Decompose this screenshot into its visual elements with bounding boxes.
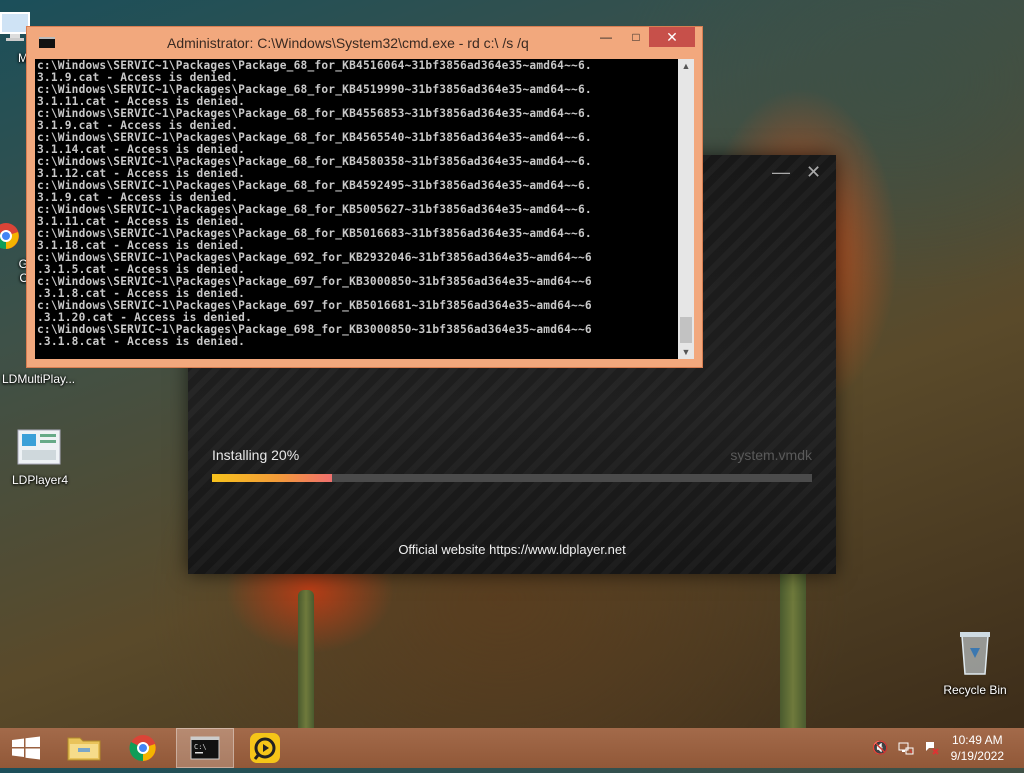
cmd-window: Administrator: C:\Windows\System32\cmd.e… [26, 26, 703, 368]
installer-minimize-button[interactable]: — [772, 163, 790, 181]
taskbar-cmd[interactable]: C:\ [176, 728, 234, 768]
install-progress-fill [212, 474, 332, 482]
windows-start-icon [12, 736, 40, 760]
action-center-icon[interactable] [924, 740, 940, 756]
scroll-down-arrow-icon[interactable]: ▼ [678, 345, 694, 359]
official-website-text: Official website https://www.ldplayer.ne… [398, 542, 626, 557]
ldplayer-icon [250, 733, 280, 763]
wallpaper-stem [298, 590, 314, 740]
cmd-maximize-button[interactable]: □ [623, 27, 649, 47]
desktop-icon-ldplayer4[interactable]: LDPlayer4 [2, 428, 76, 487]
desktop-icon-google-chrome[interactable]: G C [0, 222, 28, 285]
recycle-bin-icon [960, 632, 990, 675]
desktop-icon-label: C [19, 271, 28, 285]
taskbar-ldplayer[interactable] [237, 728, 293, 768]
cmd-title-bar[interactable]: Administrator: C:\Windows\System32\cmd.e… [27, 27, 702, 57]
taskbar-file-explorer[interactable] [56, 728, 112, 768]
desktop-icon-label: LDMultiPlay... [2, 372, 76, 386]
console-text: c:\Windows\SERVIC~1\Packages\Package_68_… [37, 59, 592, 348]
chrome-icon [129, 735, 156, 762]
network-icon[interactable] [898, 740, 914, 756]
cmd-close-button[interactable]: ✕ [649, 27, 695, 47]
scroll-thumb[interactable] [680, 317, 692, 343]
desktop-icon-label: LDPlayer4 [12, 473, 69, 487]
cmd-icon: C:\ [190, 736, 220, 760]
clock-time: 10:49 AM [951, 733, 1003, 747]
desktop-icon-recycle-bin[interactable]: Recycle Bin [938, 630, 1012, 697]
taskbar: C:\ 🔇 10:49 AM 9/19/2022 [0, 728, 1024, 768]
file-explorer-icon [67, 737, 101, 761]
desktop-icon-label: Recycle Bin [943, 683, 1007, 697]
clock-date: 9/19/2022 [950, 749, 1004, 763]
install-status-text: Installing 20% [212, 447, 300, 463]
console-scrollbar[interactable]: ▲ ▼ [678, 59, 694, 359]
taskbar-chrome[interactable] [115, 728, 171, 768]
svg-text:C:\: C:\ [194, 743, 207, 751]
system-clock[interactable]: 10:49 AM 9/19/2022 [951, 732, 1004, 764]
console-output[interactable]: c:\Windows\SERVIC~1\Packages\Package_68_… [35, 59, 678, 359]
install-progress-bar [212, 474, 812, 482]
scroll-up-arrow-icon[interactable]: ▲ [678, 59, 694, 73]
install-current-file: system.vmdk [730, 447, 812, 463]
installer-close-button[interactable]: ✕ [806, 163, 821, 181]
volume-muted-icon[interactable]: 🔇 [872, 740, 888, 756]
desktop-icon-label: G [18, 257, 28, 271]
chrome-icon [0, 223, 19, 250]
ldplayer4-icon [17, 429, 61, 465]
cmd-app-icon[interactable] [39, 37, 55, 48]
start-button[interactable] [0, 728, 56, 768]
cmd-minimize-button[interactable]: — [593, 27, 619, 47]
cmd-title: Administrator: C:\Windows\System32\cmd.e… [167, 35, 529, 51]
